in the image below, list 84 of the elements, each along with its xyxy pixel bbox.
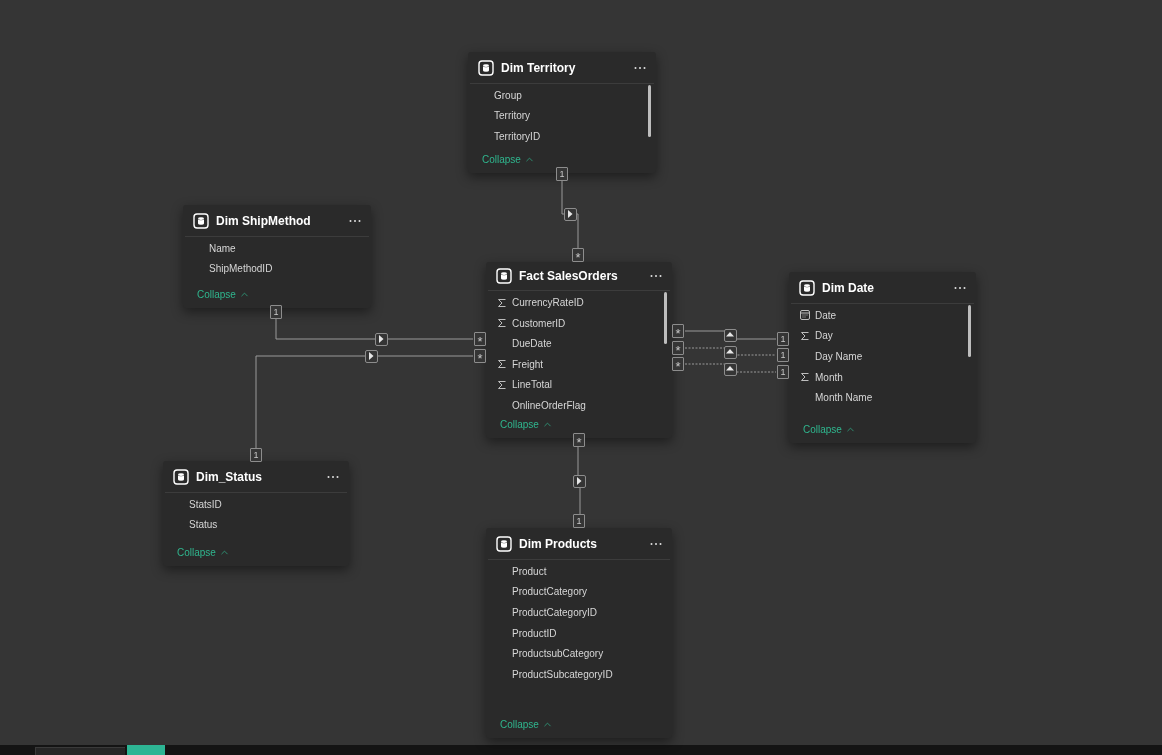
filter-up-icon	[723, 328, 737, 342]
collapse-link[interactable]: Collapse	[500, 716, 553, 732]
many-marker: *	[474, 332, 486, 346]
calendar-icon	[800, 310, 810, 321]
one-marker: 1	[777, 365, 789, 379]
sigma-icon	[800, 330, 810, 341]
one-marker: 1	[777, 332, 789, 346]
more-icon[interactable]	[954, 285, 966, 290]
field-name[interactable]: ProductCategory	[512, 584, 588, 600]
one-marker: 1	[573, 514, 585, 528]
one-marker: 1	[250, 448, 262, 462]
collapse-link[interactable]: Collapse	[500, 417, 553, 433]
sigma-icon	[497, 359, 507, 370]
more-icon[interactable]	[349, 218, 361, 223]
one-marker: 1	[270, 305, 282, 319]
table-icon	[496, 268, 512, 285]
table-title: Dim Territory	[501, 59, 576, 77]
many-marker: *	[672, 357, 684, 371]
table-title: Dim ShipMethod	[216, 212, 311, 230]
filter-right-icon	[374, 332, 388, 346]
table-card[interactable]: Dim_Status StatsID Status Collapse	[163, 461, 349, 566]
many-marker: *	[573, 433, 585, 447]
field-name[interactable]: LineTotal	[512, 377, 553, 393]
table-title: Dim Products	[519, 535, 597, 553]
many-marker: *	[474, 349, 486, 363]
table-card[interactable]: Dim ShipMethod Name ShipMethodID Collapse	[183, 205, 371, 308]
field-name[interactable]: ShipMethodID	[209, 261, 273, 277]
field-name[interactable]: Territory	[494, 108, 531, 124]
filter-up-icon	[723, 362, 737, 376]
field-name[interactable]: Month Name	[815, 390, 873, 406]
table-icon	[799, 279, 815, 296]
collapse-link[interactable]: Collapse	[482, 151, 535, 167]
table-icon	[193, 212, 209, 229]
field-name[interactable]: Group	[494, 87, 522, 103]
field-name[interactable]: Product	[512, 563, 547, 579]
table-title: Fact SalesOrders	[519, 268, 618, 286]
field-name[interactable]: Day	[815, 328, 833, 344]
table-card[interactable]: Dim Products Product ProductCategory ProductCategoryID ProductID ProductsubCategory ProductSubcategoryID Collapse	[486, 528, 672, 738]
field-name[interactable]: CustomerID	[512, 315, 566, 331]
one-marker: 1	[777, 348, 789, 362]
sigma-icon	[497, 297, 507, 308]
collapse-link[interactable]: Collapse	[803, 421, 856, 437]
field-name[interactable]: Date	[815, 307, 837, 323]
filter-up-icon	[723, 345, 737, 359]
many-marker: *	[572, 248, 584, 262]
sigma-icon	[800, 372, 810, 383]
field-name[interactable]: Month	[815, 369, 843, 385]
field-name[interactable]: StatsID	[189, 496, 222, 512]
field-name[interactable]: Day Name	[815, 349, 863, 364]
table-icon	[478, 59, 494, 76]
more-icon[interactable]	[650, 541, 662, 546]
collapse-link[interactable]: Collapse	[177, 544, 230, 560]
field-name[interactable]: ProductsubCategory	[512, 646, 604, 662]
collapse-link[interactable]: Collapse	[197, 286, 250, 302]
field-name[interactable]: CurrencyRateID	[512, 295, 584, 311]
scrollbar-thumb[interactable]	[968, 305, 971, 357]
field-name[interactable]: TerritoryID	[494, 129, 541, 144]
many-marker: *	[672, 324, 684, 338]
table-title: Dim_Status	[196, 468, 263, 486]
field-name[interactable]: Freight	[512, 356, 544, 372]
more-icon[interactable]	[634, 65, 646, 70]
table-title: Dim Date	[822, 279, 874, 297]
table-icon	[173, 468, 189, 485]
filter-right-icon	[364, 349, 378, 363]
table-icon	[496, 535, 512, 552]
filter-right-icon	[563, 207, 577, 221]
field-name[interactable]: ProductID	[512, 625, 557, 641]
field-name[interactable]: DueDate	[512, 336, 552, 352]
table-card[interactable]: Dim Date Date Day Day Name Month Month Name Collapse	[789, 272, 976, 443]
filter-right-icon	[572, 474, 586, 488]
field-name[interactable]: Name	[209, 240, 236, 256]
sigma-icon	[497, 318, 507, 329]
field-name[interactable]: ProductSubcategoryID	[512, 666, 613, 682]
scrollbar-thumb[interactable]	[664, 292, 667, 345]
more-icon[interactable]	[327, 474, 339, 479]
field-name[interactable]: ProductCategoryID	[512, 605, 598, 620]
field-name[interactable]: Status	[189, 517, 218, 533]
field-name[interactable]: OnlineOrderFlag	[512, 398, 586, 413]
sigma-icon	[497, 379, 507, 390]
many-marker: *	[672, 341, 684, 355]
table-card[interactable]: Fact SalesOrders CurrencyRateID CustomerID DueDate Freight LineTotal OnlineOrderFlag Collapse	[486, 262, 672, 438]
one-marker: 1	[556, 167, 568, 181]
scrollbar-thumb[interactable]	[648, 85, 651, 137]
more-icon[interactable]	[650, 274, 662, 279]
